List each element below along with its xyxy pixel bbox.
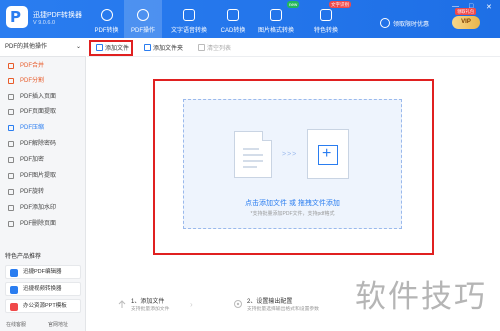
unlock-icon [8,141,14,147]
user-avatar-icon [380,18,390,28]
sidebar-item-compress[interactable]: PDF压缩 [0,122,86,134]
sidebar: PDF的其他操作 ⌄ PDF合并 PDF分割 PDF插入页面 PDF页面提取 P… [0,38,86,331]
highlight-box-add-file [89,40,133,56]
website-link[interactable]: 官网地址 [48,321,68,328]
merge-icon [8,63,14,69]
sidebar-item-split[interactable]: PDF分割 [0,75,86,87]
vip-button[interactable]: VIP [452,16,480,29]
video-converter-icon [10,286,18,294]
sidebar-item-watermark[interactable]: PDF添加水印 [0,202,86,214]
special-icon [320,9,332,21]
tab-cad-convert[interactable]: CAD转换 [218,0,248,38]
arrow-right-icon: >>> [282,151,298,158]
text-speech-icon [183,9,195,21]
minimize-icon[interactable]: — [452,3,459,10]
dropzone-hint: *支持批量添加PDF文件，支持pdf格式 [250,211,335,217]
maximize-icon[interactable]: □ [469,3,473,10]
sidebar-item-insert-page[interactable]: PDF插入页面 [0,91,86,103]
promo-video-converter[interactable]: 迅捷视频转换器 [5,282,81,296]
main-toolbar: 添加文件 添加文件夹 清空列表 [87,38,500,57]
close-icon[interactable]: ✕ [486,3,492,11]
sidebar-item-remove-password[interactable]: PDF解除密码 [0,138,86,150]
clear-list-button[interactable]: 清空列表 [198,42,231,53]
watermark-text: 软件技巧 [355,279,487,315]
extract-page-icon [8,109,14,115]
add-target-icon[interactable]: + [307,129,349,179]
app-version: V 9.0.6.0 [33,20,56,26]
sidebar-item-encrypt[interactable]: PDF加密 [0,154,86,166]
ocr-badge: 文字识别 [329,1,351,8]
insert-page-icon [8,94,14,100]
sidebar-title[interactable]: PDF的其他操作 ⌄ [0,38,86,57]
cad-icon [227,9,239,21]
app-logo: P [6,6,28,28]
promo-pdf-editor[interactable]: 迅捷PDF编辑器 [5,265,81,279]
convert-icon [100,9,113,21]
sidebar-item-merge[interactable]: PDF合并 [0,60,86,72]
document-icon [234,131,272,178]
pdf-editor-icon [10,269,18,277]
step-arrow-icon: › [190,300,193,309]
lock-icon [8,157,14,163]
split-icon [8,78,14,84]
sidebar-item-extract-page[interactable]: PDF页面提取 [0,106,86,118]
add-folder-icon [144,44,151,51]
chevron-down-icon: ⌄ [75,44,81,50]
add-folder-button[interactable]: 添加文件夹 [144,42,183,53]
tab-pdf-operations[interactable]: PDF操作 [124,0,162,38]
image-icon [270,9,282,21]
online-service-link[interactable]: 在线客服 [6,321,26,328]
tab-pdf-convert[interactable]: PDF转换 [94,0,119,38]
promo-title: 特色产品推荐 [5,254,42,260]
dropzone-text[interactable]: 点击添加文件 或 拖拽文件添加 [183,198,402,208]
new-badge: new [287,1,300,8]
sidebar-item-delete-page[interactable]: PDF删除页面 [0,218,86,230]
rotate-icon [8,189,14,195]
promo-ppt-templates[interactable]: 办公资源PPT模板 [5,299,81,313]
settings-gear-icon [234,300,242,308]
sidebar-item-extract-image[interactable]: PDF图片提取 [0,170,86,182]
app-header: P 迅捷PDF转换器 V 9.0.6.0 PDF转换 PDF操作 文字语音转换 … [0,0,500,38]
login-button[interactable]: 领取限时优惠 [380,18,429,28]
compress-icon [8,125,14,131]
sidebar-footer: 在线客服 官网地址 [0,318,86,331]
ppt-icon [10,303,18,311]
trash-icon [198,44,205,51]
sidebar-item-rotate[interactable]: PDF旋转 [0,186,86,198]
upload-icon [118,300,126,308]
app-name: 迅捷PDF转换器 [33,12,82,19]
watermark-icon [8,205,14,211]
tab-text-speech[interactable]: 文字语音转换 [167,0,211,38]
image-icon [8,173,14,179]
gear-icon [137,9,149,21]
delete-page-icon [8,221,14,227]
